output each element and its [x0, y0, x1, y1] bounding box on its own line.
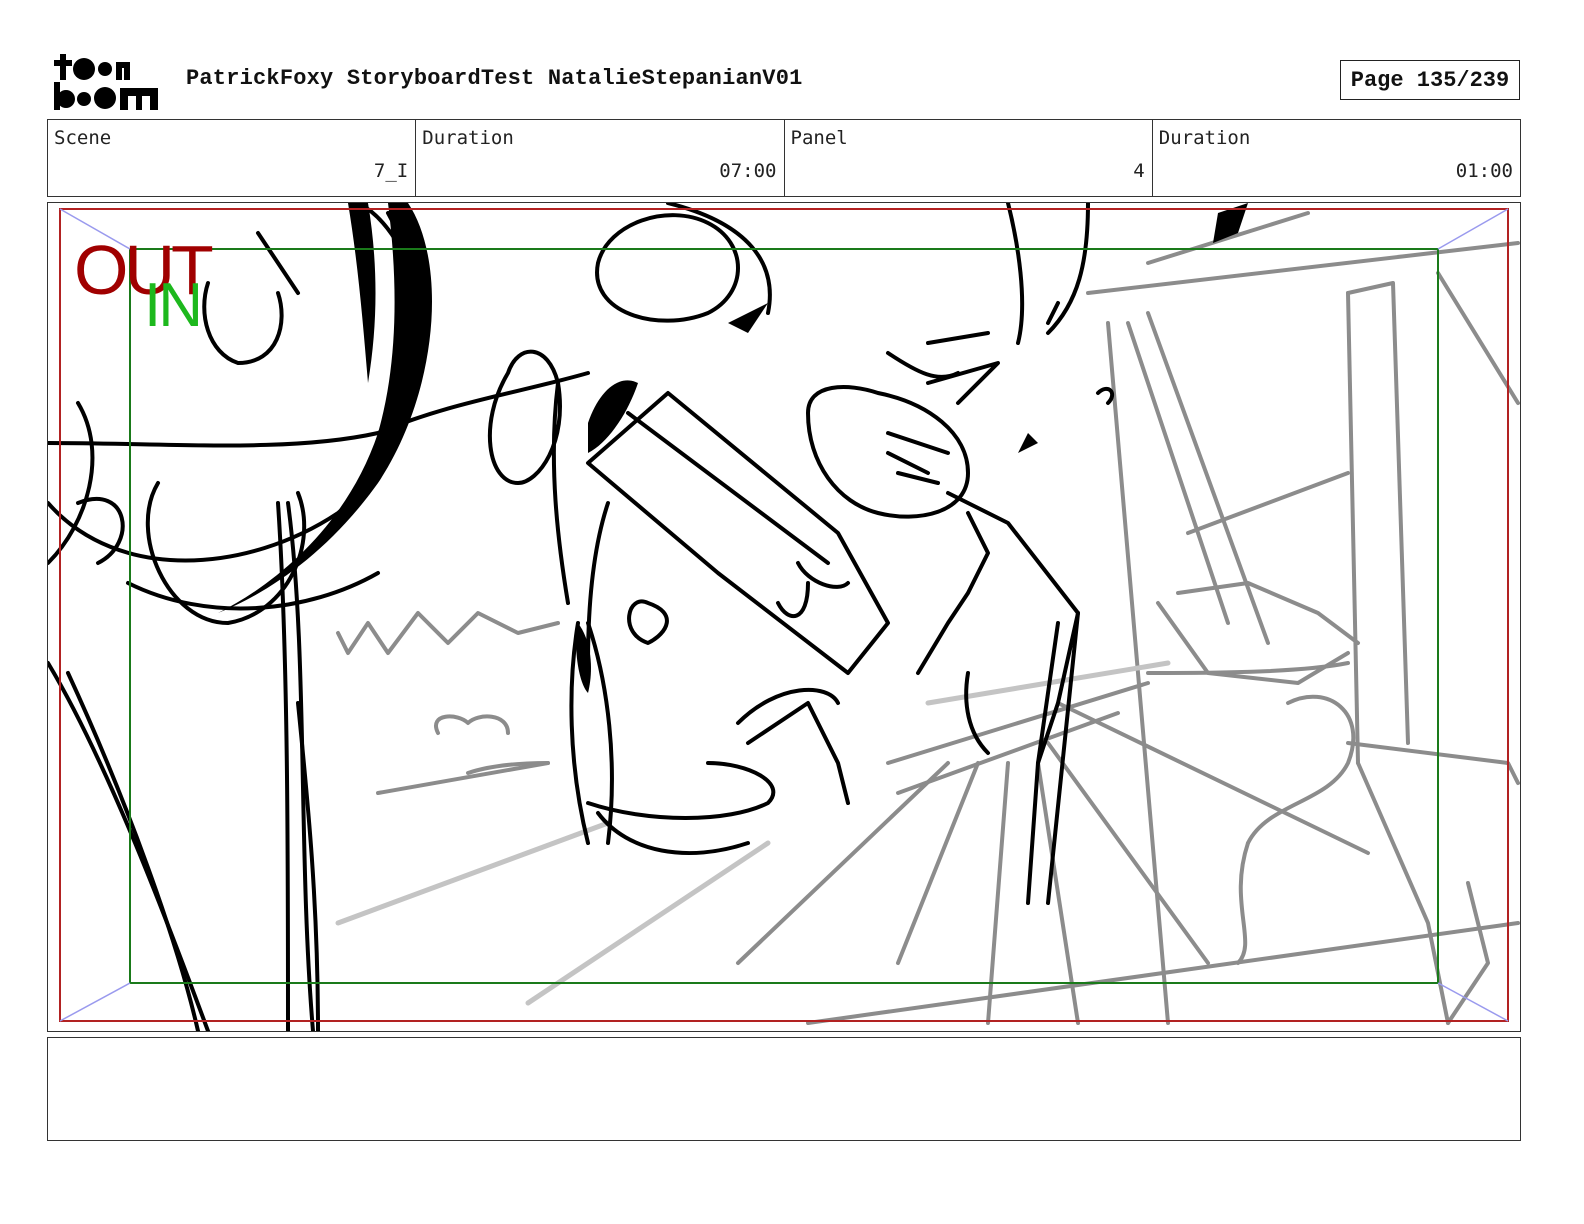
scene-duration-cell: Duration 07:00 — [416, 120, 785, 196]
document-title: PatrickFoxy StoryboardTest NatalieStepan… — [186, 66, 803, 91]
camera-frames — [59, 208, 1509, 1022]
panel-duration-cell: Duration 01:00 — [1153, 120, 1520, 196]
panel-duration-value: 01:00 — [1455, 160, 1513, 182]
panel-duration-label: Duration — [1158, 127, 1251, 149]
background-sketch — [336, 211, 1520, 1025]
scene-label: Scene — [54, 127, 112, 149]
panel-info-row: Scene 7_I Duration 07:00 Panel 4 Duratio… — [47, 119, 1521, 197]
frame-corner-guides — [59, 208, 1509, 1022]
scene-duration-label: Duration — [422, 127, 514, 149]
scene-duration-value: 07:00 — [719, 160, 777, 182]
page-indicator: Page 135/239 — [1340, 60, 1520, 100]
storyboard-panel: OUT IN — [47, 202, 1521, 1032]
panel-value: 4 — [1133, 160, 1145, 182]
out-frame — [59, 208, 1509, 1022]
panel-notes-box — [47, 1037, 1521, 1141]
in-frame-label: IN — [144, 271, 203, 340]
toonboom-logo — [50, 50, 164, 112]
panel-sketch — [48, 203, 1520, 1031]
scene-value: 7_I — [373, 160, 409, 182]
panel-cell: Panel 4 — [785, 120, 1153, 196]
scene-cell: Scene 7_I — [48, 120, 417, 196]
panel-label: Panel — [790, 127, 848, 149]
foreground-sketch — [48, 203, 1115, 1031]
